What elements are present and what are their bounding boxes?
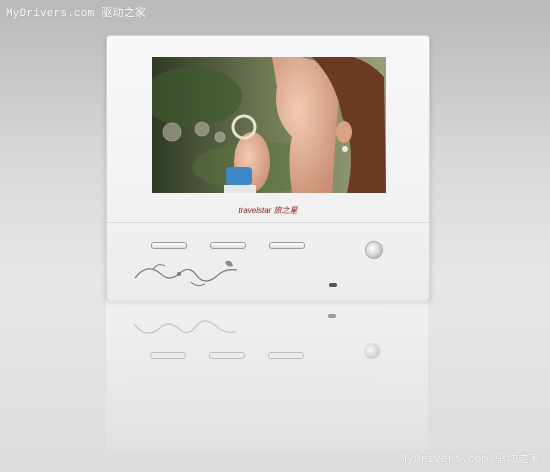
power-icon[interactable] xyxy=(365,241,383,259)
ir-sensor xyxy=(329,283,337,287)
watermark-bottom: MyDrivers.com 驱动之家 xyxy=(399,454,540,466)
panel-divider xyxy=(107,222,429,223)
hardware-button-2[interactable] xyxy=(210,242,246,249)
hardware-button-1[interactable] xyxy=(151,242,187,249)
floral-swirl-icon xyxy=(134,260,238,287)
brand-logo: travelstar 旅之星 xyxy=(238,206,298,215)
display-screen xyxy=(152,57,386,193)
reflected-button-2 xyxy=(209,352,245,359)
reflected-swirl-icon xyxy=(133,320,237,334)
reflected-button-3 xyxy=(268,352,304,359)
reflected-button-1 xyxy=(150,352,186,359)
hardware-button-3[interactable] xyxy=(269,242,305,249)
screen-photo xyxy=(152,57,386,193)
device-reflection xyxy=(106,300,428,450)
reflected-sensor xyxy=(328,314,336,318)
reflected-power-icon xyxy=(364,343,380,359)
watermark-top: MyDrivers.com 驱动之家 xyxy=(6,8,147,20)
photo-frame-device: travelstar 旅之星 xyxy=(106,35,430,301)
